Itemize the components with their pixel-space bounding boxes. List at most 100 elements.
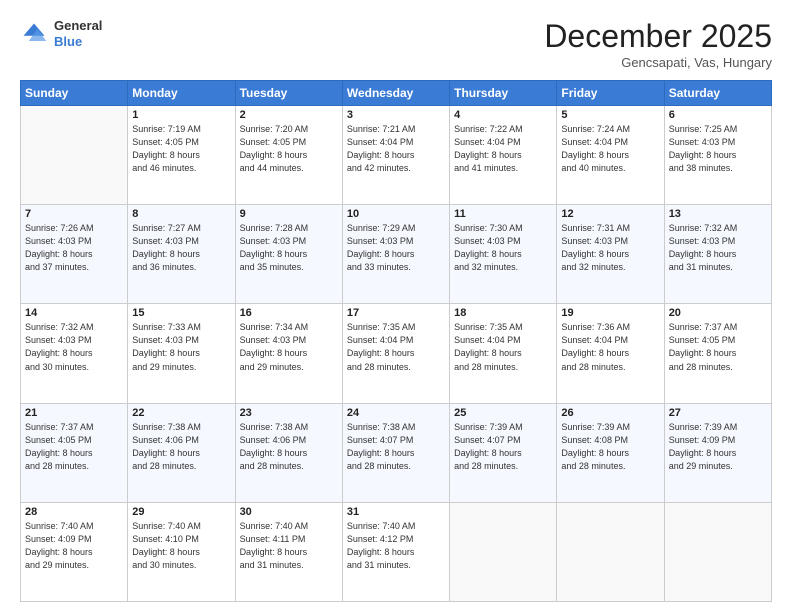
table-row: 26Sunrise: 7:39 AM Sunset: 4:08 PM Dayli… (557, 403, 664, 502)
title-block: December 2025 Gencsapati, Vas, Hungary (544, 18, 772, 70)
day-info: Sunrise: 7:29 AM Sunset: 4:03 PM Dayligh… (347, 222, 445, 274)
col-sunday: Sunday (21, 81, 128, 106)
table-row: 11 Sunrise: 7:30 AM Sunset: 4:03 PM Dayli… (450, 205, 557, 304)
day-info: Sunrise: 7:33 AM Sunset: 4:03 PM Dayligh… (132, 321, 230, 373)
day-info: Sunrise: 7:34 AM Sunset: 4:03 PM Dayligh… (240, 321, 338, 373)
day-number: 18 (454, 307, 552, 319)
day-number: 27 (669, 407, 767, 419)
day-info: Sunrise: 7:40 AM Sunset: 4:09 PM Dayligh… (25, 520, 123, 572)
col-friday: Friday (557, 81, 664, 106)
day-info: Sunrise: 7:27 AM Sunset: 4:03 PM Dayligh… (132, 222, 230, 274)
table-row: 28 Sunrise: 7:40 AM Sunset: 4:09 PM Dayli… (21, 502, 128, 601)
day-number: 21 (25, 407, 123, 419)
calendar-week-4: 21 Sunrise: 7:37 AM Sunset: 4:05 PM Dayli… (21, 403, 772, 502)
table-row: 6Sunrise: 7:25 AM Sunset: 4:03 PM Daylig… (664, 106, 771, 205)
table-row: 3 Sunrise: 7:21 AM Sunset: 4:04 PM Daylig… (342, 106, 449, 205)
day-number: 12 (561, 208, 659, 220)
day-info: Sunrise: 7:32 AM Sunset: 4:03 PM Dayligh… (669, 222, 767, 274)
page: General Blue December 2025 Gencsapati, V… (0, 0, 792, 612)
day-number: 15 (132, 307, 230, 319)
table-row: 21 Sunrise: 7:37 AM Sunset: 4:05 PM Dayli… (21, 403, 128, 502)
day-info: Sunrise: 7:26 AM Sunset: 4:03 PM Dayligh… (25, 222, 123, 274)
col-saturday: Saturday (664, 81, 771, 106)
table-row: 5Sunrise: 7:24 AM Sunset: 4:04 PM Daylig… (557, 106, 664, 205)
table-row: 17 Sunrise: 7:35 AM Sunset: 4:04 PM Dayli… (342, 304, 449, 403)
table-row: 10 Sunrise: 7:29 AM Sunset: 4:03 PM Dayli… (342, 205, 449, 304)
day-info: Sunrise: 7:38 AM Sunset: 4:07 PM Dayligh… (347, 421, 445, 473)
day-info: Sunrise: 7:19 AM Sunset: 4:05 PM Dayligh… (132, 123, 230, 175)
logo-text: General Blue (54, 18, 102, 49)
table-row: 27 Sunrise: 7:39 AM Sunset: 4:09 PM Dayli… (664, 403, 771, 502)
table-row: 2Sunrise: 7:20 AM Sunset: 4:05 PM Daylig… (235, 106, 342, 205)
table-row: 20Sunrise: 7:37 AM Sunset: 4:05 PM Dayli… (664, 304, 771, 403)
table-row: 15 Sunrise: 7:33 AM Sunset: 4:03 PM Dayli… (128, 304, 235, 403)
day-info: Sunrise: 7:35 AM Sunset: 4:04 PM Dayligh… (454, 321, 552, 373)
header: General Blue December 2025 Gencsapati, V… (20, 18, 772, 70)
calendar-week-5: 28 Sunrise: 7:40 AM Sunset: 4:09 PM Dayli… (21, 502, 772, 601)
day-number: 31 (347, 506, 445, 518)
table-row: 19 Sunrise: 7:36 AM Sunset: 4:04 PM Dayli… (557, 304, 664, 403)
col-monday: Monday (128, 81, 235, 106)
day-number: 3 (347, 109, 445, 121)
day-number: 4 (454, 109, 552, 121)
day-number: 1 (132, 109, 230, 121)
table-row: 4 Sunrise: 7:22 AM Sunset: 4:04 PM Daylig… (450, 106, 557, 205)
day-number: 13 (669, 208, 767, 220)
day-info: Sunrise: 7:38 AM Sunset: 4:06 PM Dayligh… (240, 421, 338, 473)
day-number: 11 (454, 208, 552, 220)
day-info: Sunrise: 7:39 AM Sunset: 4:09 PM Dayligh… (669, 421, 767, 473)
table-row: 25Sunrise: 7:39 AM Sunset: 4:07 PM Dayli… (450, 403, 557, 502)
day-number: 6 (669, 109, 767, 121)
day-number: 19 (561, 307, 659, 319)
day-number: 30 (240, 506, 338, 518)
day-info: Sunrise: 7:30 AM Sunset: 4:03 PM Dayligh… (454, 222, 552, 274)
day-number: 26 (561, 407, 659, 419)
day-number: 5 (561, 109, 659, 121)
table-row: 29 Sunrise: 7:40 AM Sunset: 4:10 PM Dayli… (128, 502, 235, 601)
day-info: Sunrise: 7:39 AM Sunset: 4:07 PM Dayligh… (454, 421, 552, 473)
day-number: 10 (347, 208, 445, 220)
table-row: 23 Sunrise: 7:38 AM Sunset: 4:06 PM Dayli… (235, 403, 342, 502)
day-number: 17 (347, 307, 445, 319)
day-number: 9 (240, 208, 338, 220)
day-info: Sunrise: 7:38 AM Sunset: 4:06 PM Dayligh… (132, 421, 230, 473)
logo-icon (20, 20, 48, 48)
table-row: 8 Sunrise: 7:27 AM Sunset: 4:03 PM Daylig… (128, 205, 235, 304)
day-number: 16 (240, 307, 338, 319)
day-number: 24 (347, 407, 445, 419)
table-row (21, 106, 128, 205)
table-row: 22 Sunrise: 7:38 AM Sunset: 4:06 PM Dayli… (128, 403, 235, 502)
location-subtitle: Gencsapati, Vas, Hungary (544, 55, 772, 70)
day-number: 29 (132, 506, 230, 518)
col-wednesday: Wednesday (342, 81, 449, 106)
day-number: 23 (240, 407, 338, 419)
day-number: 2 (240, 109, 338, 121)
col-thursday: Thursday (450, 81, 557, 106)
col-tuesday: Tuesday (235, 81, 342, 106)
day-number: 20 (669, 307, 767, 319)
table-row: 12 Sunrise: 7:31 AM Sunset: 4:03 PM Dayli… (557, 205, 664, 304)
day-info: Sunrise: 7:35 AM Sunset: 4:04 PM Dayligh… (347, 321, 445, 373)
day-number: 14 (25, 307, 123, 319)
day-info: Sunrise: 7:21 AM Sunset: 4:04 PM Dayligh… (347, 123, 445, 175)
day-info: Sunrise: 7:40 AM Sunset: 4:10 PM Dayligh… (132, 520, 230, 572)
logo: General Blue (20, 18, 102, 49)
logo-general: General (54, 18, 102, 34)
day-info: Sunrise: 7:31 AM Sunset: 4:03 PM Dayligh… (561, 222, 659, 274)
day-info: Sunrise: 7:22 AM Sunset: 4:04 PM Dayligh… (454, 123, 552, 175)
day-number: 28 (25, 506, 123, 518)
day-number: 8 (132, 208, 230, 220)
calendar-week-3: 14Sunrise: 7:32 AM Sunset: 4:03 PM Dayli… (21, 304, 772, 403)
table-row: 9 Sunrise: 7:28 AM Sunset: 4:03 PM Daylig… (235, 205, 342, 304)
day-number: 22 (132, 407, 230, 419)
table-row: 1 Sunrise: 7:19 AM Sunset: 4:05 PM Daylig… (128, 106, 235, 205)
calendar-header-row: Sunday Monday Tuesday Wednesday Thursday… (21, 81, 772, 106)
table-row (664, 502, 771, 601)
table-row (557, 502, 664, 601)
day-number: 7 (25, 208, 123, 220)
day-info: Sunrise: 7:40 AM Sunset: 4:12 PM Dayligh… (347, 520, 445, 572)
table-row (450, 502, 557, 601)
day-info: Sunrise: 7:28 AM Sunset: 4:03 PM Dayligh… (240, 222, 338, 274)
day-info: Sunrise: 7:36 AM Sunset: 4:04 PM Dayligh… (561, 321, 659, 373)
day-info: Sunrise: 7:37 AM Sunset: 4:05 PM Dayligh… (25, 421, 123, 473)
